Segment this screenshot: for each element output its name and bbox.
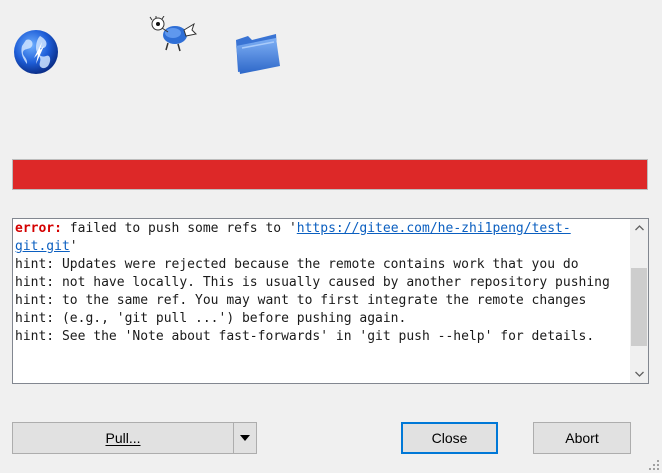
- hint-line: hint: to the same ref. You may want to f…: [15, 293, 587, 308]
- chevron-down-icon: [240, 435, 250, 441]
- error-label: error:: [15, 221, 62, 236]
- folder-icon: [236, 34, 280, 74]
- remote-url-quote: ': [69, 239, 78, 254]
- git-push-progress-dialog: error: failed to push some refs to 'http…: [0, 0, 662, 473]
- close-button[interactable]: Close: [401, 422, 498, 454]
- globe-icon: [14, 30, 58, 74]
- log-scrollbar[interactable]: [630, 219, 648, 383]
- pull-dropdown-button[interactable]: [233, 422, 257, 454]
- push-progress-bar: [12, 159, 648, 190]
- scroll-up-arrow-icon[interactable]: [630, 219, 648, 237]
- push-progress-fill: [13, 160, 647, 189]
- resize-grip-icon[interactable]: [648, 459, 660, 471]
- remote-url-link-cont[interactable]: git.git: [15, 239, 70, 254]
- abort-button[interactable]: Abort: [533, 422, 631, 454]
- hint-line: hint: (e.g., 'git pull ...') before push…: [15, 311, 407, 326]
- log-text: error: failed to push some refs to 'http…: [15, 220, 627, 346]
- scroll-down-arrow-icon[interactable]: [630, 365, 648, 383]
- hint-line: hint: Updates were rejected because the …: [15, 257, 579, 272]
- pull-button-label: Pull...: [105, 430, 141, 446]
- abort-button-label: Abort: [565, 430, 599, 446]
- close-button-label: Close: [431, 430, 468, 446]
- git-output-log[interactable]: error: failed to push some refs to 'http…: [12, 218, 649, 384]
- hint-line: hint: not have locally. This is usually …: [15, 275, 610, 290]
- hint-line: hint: See the 'Note about fast-forwards'…: [15, 329, 595, 344]
- pull-button[interactable]: Pull...: [12, 422, 234, 454]
- mascot-icon: [149, 16, 198, 52]
- remote-url-link[interactable]: https://gitee.com/he-zhi1peng/test-: [297, 221, 571, 236]
- scrollbar-thumb[interactable]: [631, 268, 647, 346]
- error-message: failed to push some refs to ': [61, 221, 297, 236]
